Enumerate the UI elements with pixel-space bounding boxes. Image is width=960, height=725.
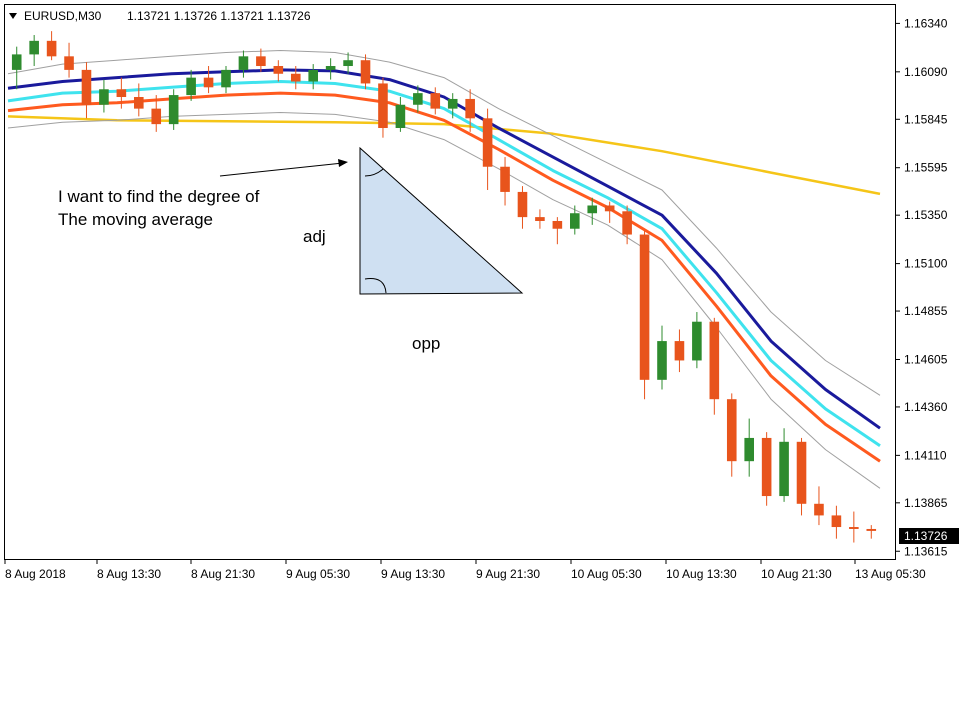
x-tick-label: 10 Aug 13:30 [666, 567, 737, 581]
candle-body [151, 108, 162, 125]
candle-body [430, 93, 441, 109]
candle-body [290, 73, 301, 82]
candle-body [692, 321, 702, 361]
candle-body [29, 40, 39, 55]
candle-body [674, 341, 685, 361]
candle-body [779, 441, 789, 497]
y-tick-label: 1.15845 [904, 112, 948, 126]
candle-body [866, 528, 877, 531]
annotation-question-line1: I want to find the degree of [58, 187, 260, 206]
candle-body [134, 97, 144, 109]
candle-body [465, 98, 475, 119]
y-tick-label: 1.14605 [904, 352, 948, 366]
candle-body [168, 95, 179, 125]
x-tick-label: 9 Aug 13:30 [381, 567, 445, 581]
candle-body [308, 69, 318, 82]
candle-body [587, 205, 598, 214]
chart-canvas[interactable]: EURUSD,M30 1.13721 1.13726 1.13721 1.137… [0, 0, 960, 720]
candle-body [221, 69, 231, 88]
candle-body [535, 217, 545, 221]
y-tick-label: 1.13865 [904, 496, 948, 510]
candle-body [796, 441, 807, 504]
last-price-label: 1.13726 [904, 529, 948, 543]
y-tick-label: 1.14110 [904, 448, 947, 462]
x-tick-label: 8 Aug 2018 [5, 567, 66, 581]
candle-body [99, 89, 109, 105]
x-axis: 8 Aug 2018 8 Aug 13:30 8 Aug 21:30 9 Aug 05… [4, 559, 926, 581]
candle-body [482, 118, 493, 167]
candle-body [325, 66, 336, 70]
y-tick-label: 1.15595 [904, 161, 948, 175]
candle-body [622, 211, 632, 235]
candle-body [500, 166, 510, 192]
candle-body [116, 89, 127, 98]
candle-body [395, 104, 406, 129]
candle-body [761, 437, 772, 497]
y-tick-label: 1.14855 [904, 304, 948, 318]
candle-body [604, 205, 615, 212]
candle-body [709, 321, 720, 400]
candle-body [849, 527, 859, 529]
y-tick-label: 1.15100 [904, 257, 948, 271]
candle-body [256, 56, 266, 67]
x-tick-label: 10 Aug 05:30 [571, 567, 642, 581]
candle-body [186, 77, 196, 96]
candle-body [570, 213, 580, 229]
y-tick-label: 1.13615 [904, 544, 948, 558]
candle-body [203, 77, 214, 88]
x-tick-label: 13 Aug 05:30 [855, 567, 926, 581]
candle-body [238, 56, 249, 70]
y-tick-label: 1.15350 [904, 208, 948, 222]
candle-body [744, 437, 754, 462]
candle-body [46, 40, 57, 57]
candle-body [552, 220, 563, 229]
y-tick-label: 1.14360 [904, 400, 948, 414]
candle-body [657, 341, 667, 380]
candle-body [639, 234, 650, 380]
chart-ohlc-header: 1.13721 1.13726 1.13721 1.13726 [127, 9, 311, 23]
candle-body [11, 54, 22, 70]
candle-body [360, 60, 371, 84]
candle-body [447, 98, 458, 109]
x-tick-label: 9 Aug 21:30 [476, 567, 540, 581]
x-tick-label: 10 Aug 21:30 [761, 567, 832, 581]
x-tick-label: 8 Aug 13:30 [97, 567, 161, 581]
price-chart[interactable]: EURUSD,M30 1.13721 1.13726 1.13721 1.137… [0, 0, 960, 720]
y-tick-label: 1.16340 [904, 16, 948, 30]
candle-body [378, 83, 388, 129]
annotation-question-line2: The moving average [58, 210, 213, 229]
x-tick-label: 8 Aug 21:30 [191, 567, 255, 581]
chart-symbol-timeframe: EURUSD,M30 [24, 9, 102, 23]
candle-body [814, 503, 824, 516]
candle-body [343, 60, 353, 67]
candle-body [831, 515, 842, 528]
y-axis: 1.16340 1.16090 1.15845 1.15595 1.15350 1.151… [895, 16, 948, 558]
candle-body [64, 56, 74, 70]
candle-body [726, 399, 737, 462]
candle-body [81, 69, 92, 105]
label-opp: opp [412, 334, 440, 353]
candle-body [413, 93, 423, 105]
y-tick-label: 1.16090 [904, 65, 948, 79]
candle-body [273, 66, 284, 74]
candle-body [517, 191, 528, 218]
label-adj: adj [303, 227, 326, 246]
x-tick-label: 9 Aug 05:30 [286, 567, 350, 581]
